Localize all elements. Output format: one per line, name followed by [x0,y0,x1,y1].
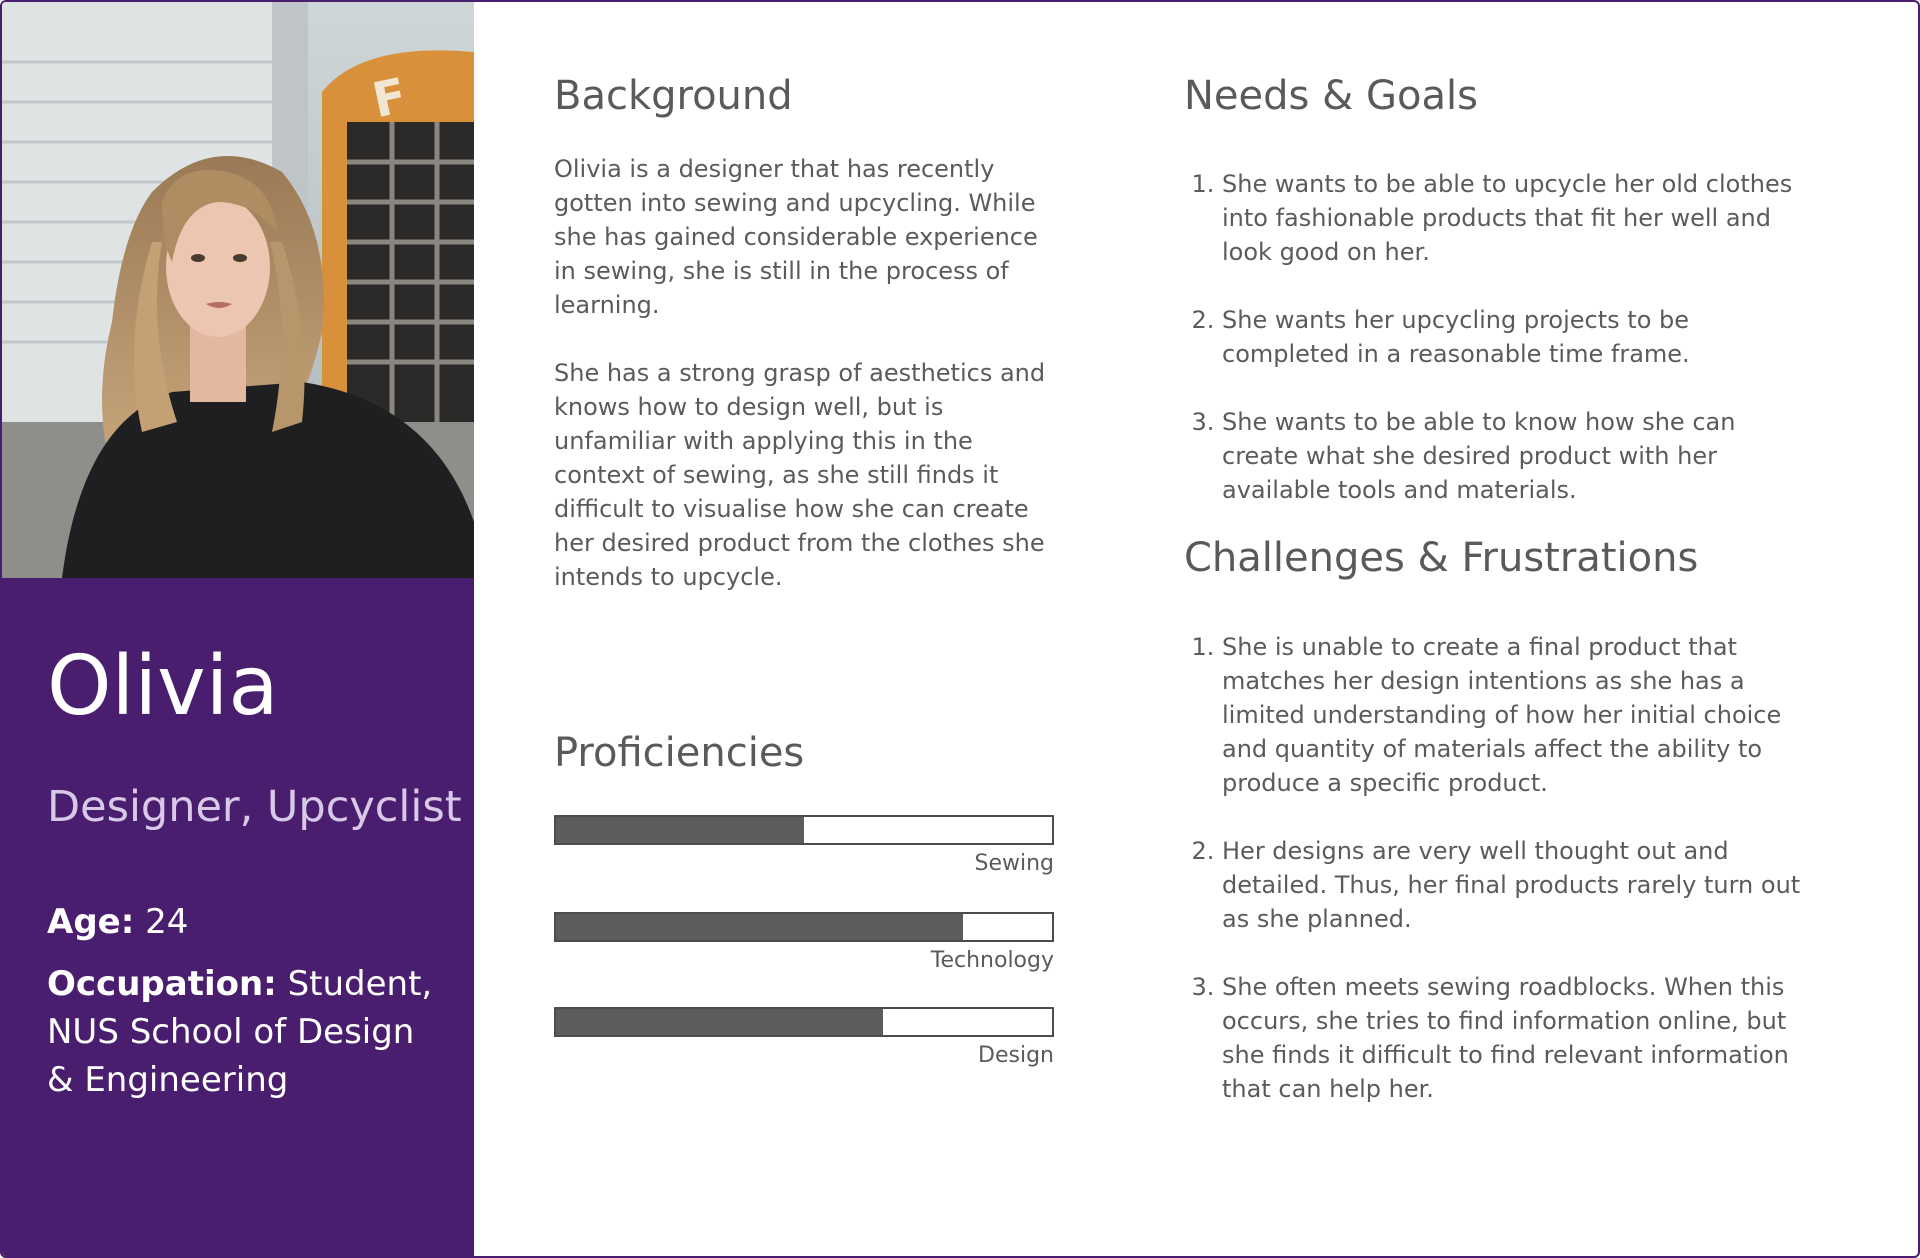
persona-sidebar: F Olivia Designer, Upcyclist Age: 24 Occ… [2,2,474,1256]
proficiency-bar-track [554,815,1054,845]
proficiency-bar-fill [556,817,804,843]
list-item: She wants to be able to know how she can… [1222,405,1802,507]
proficiency-label: Design [978,1043,1054,1068]
persona-role: Designer, Upcyclist [47,782,462,832]
proficiency-label: Sewing [974,851,1054,876]
challenges-heading: Challenges & Frustrations [1184,535,1699,581]
persona-photo: F [2,2,474,578]
persona-age: Age: 24 [47,898,447,946]
list-item: She wants her upcycling projects to be c… [1222,303,1802,371]
challenges-list: She is unable to create a final product … [1184,630,1822,1106]
proficiency-bar-fill [556,914,963,940]
background-paragraph-2: She has a strong grasp of aesthetics and… [554,359,1046,591]
proficiencies-heading: Proficiencies [554,730,805,776]
needs-goals-heading: Needs & Goals [1184,73,1478,119]
proficiency-bar-track [554,912,1054,942]
list-item: She wants to be able to upcycle her old … [1222,167,1802,269]
age-label: Age: [47,902,135,942]
needs-goals-list: She wants to be able to upcycle her old … [1184,167,1802,507]
persona-occupation: Occupation: Student, NUS School of Desig… [47,960,447,1104]
age-value: 24 [145,902,189,942]
proficiency-bar-fill [556,1009,884,1035]
proficiency-bar-track [554,1007,1054,1037]
background-heading: Background [554,73,793,119]
proficiency-design: Design [554,1007,1054,1068]
list-item: She is unable to create a final product … [1222,630,1822,800]
background-paragraph-1: Olivia is a designer that has recently g… [554,155,1038,319]
list-item: Her designs are very well thought out an… [1222,834,1822,936]
occupation-label: Occupation: [47,964,277,1004]
list-item: She often meets sewing roadblocks. When … [1222,970,1822,1106]
persona-name: Olivia [47,639,279,734]
persona-card: F Olivia Designer, Upcyclist Age: 24 Occ… [0,0,1920,1258]
proficiency-sewing: Sewing [554,815,1054,876]
proficiency-label: Technology [930,948,1054,973]
proficiency-technology: Technology [554,912,1054,973]
